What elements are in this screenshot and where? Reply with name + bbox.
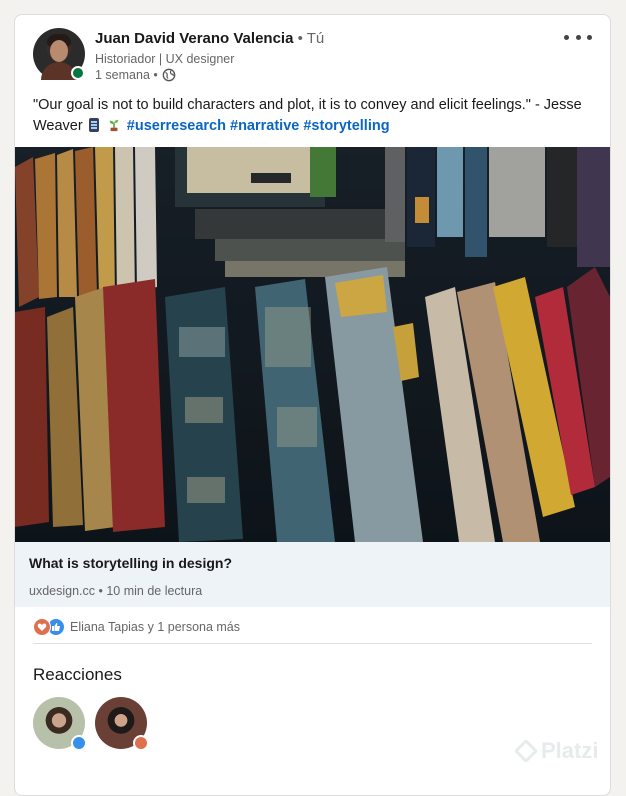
hashtag-narrative[interactable]: #narrative [230, 118, 299, 134]
article-title[interactable]: What is storytelling in design? [29, 555, 232, 571]
reactor-avatar[interactable] [33, 697, 87, 751]
platzi-watermark: Platzi [515, 738, 598, 764]
like-icon [71, 735, 87, 751]
more-dot-icon [575, 34, 581, 40]
feed-post-card: Juan David Verano Valencia • Tú Historia… [14, 14, 611, 796]
post-timestamp: 1 semana • [95, 68, 176, 82]
post-text: "Our goal is not to build characters and… [33, 95, 598, 137]
reactions-section-title: Reacciones [33, 665, 122, 684]
article-link-card[interactable]: What is storytelling in design? uxdesign… [15, 542, 610, 607]
article-image[interactable] [15, 147, 610, 542]
love-icon [133, 735, 149, 751]
post-header: Juan David Verano Valencia • Tú Historia… [15, 15, 610, 95]
more-dot-icon [587, 34, 592, 40]
reactions-summary-text[interactable]: Eliana Tapias y 1 persona más [70, 620, 240, 634]
author-headline: Historiador | UX designer [95, 52, 235, 66]
divider [33, 643, 592, 644]
article-meta: uxdesign.cc • 10 min de lectura [29, 584, 203, 598]
seedling-emoji-icon [109, 119, 119, 132]
avatar-face [50, 40, 68, 62]
online-status-icon [71, 66, 85, 80]
author-relation: • Tú [293, 30, 325, 47]
hashtag-storytelling[interactable]: #storytelling [303, 118, 389, 134]
globe-icon [162, 68, 176, 82]
hashtag-userresearch[interactable]: #userresearch [127, 118, 226, 134]
reactions-summary[interactable]: Eliana Tapias y 1 persona más [33, 615, 240, 639]
reactor-avatar[interactable] [95, 697, 149, 751]
post-time: 1 semana • [95, 68, 158, 82]
watermark-text: Platzi [541, 738, 599, 763]
love-icon [33, 618, 51, 636]
more-dot-icon [564, 34, 569, 40]
author-name-text[interactable]: Juan David Verano Valencia [95, 30, 293, 47]
phone-emoji-icon [88, 118, 99, 132]
author-name[interactable]: Juan David Verano Valencia • Tú [95, 30, 324, 47]
more-options-button[interactable] [564, 27, 592, 47]
platzi-logo-icon [515, 740, 537, 762]
